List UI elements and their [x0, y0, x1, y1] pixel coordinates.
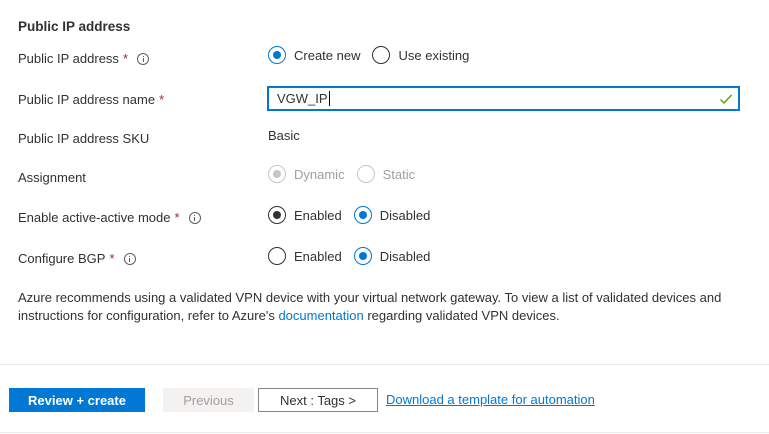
assignment-label-row: Assignment	[18, 170, 86, 185]
required-marker: *	[122, 51, 128, 66]
radio-active-disabled-label: Disabled	[379, 207, 431, 223]
radio-dynamic: Dynamic	[268, 165, 345, 183]
next-tags-button[interactable]: Next : Tags >	[258, 388, 378, 412]
sku-label: Public IP address SKU	[18, 131, 150, 146]
radio-create-new[interactable]: Create new	[268, 46, 360, 64]
vpn-device-notice: Azure recommends using a validated VPN d…	[18, 289, 748, 325]
radio-circle[interactable]	[372, 46, 391, 64]
ip-name-input[interactable]: VGW_IP	[267, 86, 740, 111]
checkmark-icon	[720, 94, 733, 105]
public-ip-label-row: Public IP address *	[18, 51, 149, 66]
create-vpn-gateway-form: Public IP address Public IP address * Cr…	[0, 0, 769, 434]
radio-dynamic-label: Dynamic	[294, 166, 345, 182]
radio-bgp-enabled-label: Enabled	[294, 248, 342, 264]
required-marker: *	[159, 92, 165, 107]
radio-static-label: Static	[382, 166, 416, 182]
sku-label-row: Public IP address SKU	[18, 131, 149, 146]
radio-active-enabled[interactable]: Enabled	[268, 206, 342, 224]
download-template-link[interactable]: Download a template for automation	[386, 392, 595, 407]
ip-name-label: Public IP address name	[18, 92, 156, 107]
ip-name-value: VGW_IP	[277, 91, 328, 106]
info-icon[interactable]	[123, 252, 136, 265]
radio-circle	[356, 165, 375, 183]
public-ip-label: Public IP address	[18, 51, 119, 66]
radio-circle[interactable]	[353, 206, 372, 224]
footer-divider	[0, 364, 769, 365]
bottom-divider	[0, 432, 769, 433]
bgp-radio-group: Enabled Disabled	[268, 247, 442, 265]
sku-value: Basic	[268, 128, 300, 143]
radio-circle[interactable]	[353, 247, 372, 265]
active-active-radio-group: Enabled Disabled	[268, 206, 442, 224]
section-title: Public IP address	[18, 19, 131, 34]
notice-text-after: regarding validated VPN devices.	[363, 308, 560, 323]
radio-use-existing[interactable]: Use existing	[372, 46, 469, 64]
info-icon[interactable]	[188, 211, 201, 224]
text-caret	[328, 91, 330, 106]
radio-bgp-enabled[interactable]: Enabled	[268, 247, 342, 265]
documentation-link[interactable]: documentation	[278, 308, 363, 323]
radio-active-disabled[interactable]: Disabled	[353, 206, 431, 224]
radio-create-new-label: Create new	[294, 47, 361, 63]
public-ip-radio-group: Create new Use existing	[268, 46, 481, 64]
radio-bgp-disabled-label: Disabled	[379, 248, 431, 264]
assignment-radio-group: Dynamic Static	[268, 165, 427, 183]
radio-use-existing-label: Use existing	[398, 47, 470, 63]
radio-circle[interactable]	[268, 206, 286, 224]
radio-static: Static	[356, 165, 416, 183]
ip-name-label-row: Public IP address name *	[18, 92, 164, 107]
info-icon[interactable]	[137, 52, 149, 65]
bgp-label: Configure BGP	[18, 251, 106, 266]
radio-circle[interactable]	[268, 247, 286, 265]
active-active-label: Enable active-active mode	[18, 210, 171, 225]
required-marker: *	[109, 251, 115, 266]
radio-active-enabled-label: Enabled	[294, 207, 342, 223]
bgp-label-row: Configure BGP *	[18, 251, 136, 266]
review-create-button[interactable]: Review + create	[9, 388, 145, 412]
required-marker: *	[174, 210, 180, 225]
radio-circle	[268, 165, 286, 183]
radio-bgp-disabled[interactable]: Disabled	[353, 247, 431, 265]
active-active-label-row: Enable active-active mode *	[18, 210, 201, 225]
radio-circle[interactable]	[268, 46, 286, 64]
previous-button: Previous	[163, 388, 254, 412]
assignment-label: Assignment	[18, 170, 86, 185]
